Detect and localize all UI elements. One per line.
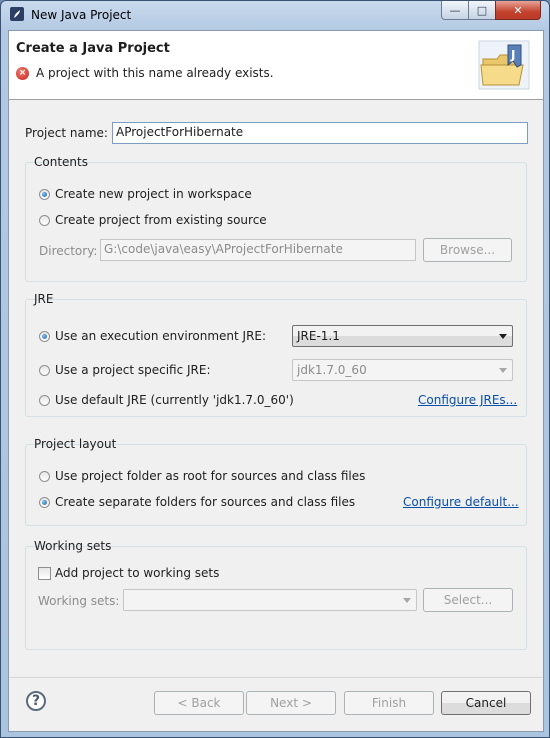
title-bar[interactable]: New Java Project — □ ✕ <box>1 1 549 29</box>
select-working-sets-button[interactable]: Select... <box>423 588 513 612</box>
error-message: A project with this name already exists. <box>36 66 274 80</box>
radio-create-new-project[interactable] <box>39 189 50 200</box>
directory-label: Directory: <box>39 244 98 258</box>
execution-environment-dropdown[interactable]: JRE-1.1 <box>292 325 513 347</box>
eclipse-icon <box>10 7 24 21</box>
directory-input[interactable]: G:\code\java\easy\AProjectForHibernate <box>100 239 416 261</box>
project-specific-jre-label: Use a project specific JRE: <box>55 363 211 377</box>
page-title: Create a Java Project <box>16 41 170 56</box>
project-layout-group-title: Project layout <box>34 437 117 451</box>
window-title: New Java Project <box>31 8 132 22</box>
jre-group-title: JRE <box>34 292 54 306</box>
project-name-input[interactable]: AProjectForHibernate <box>112 122 528 144</box>
chevron-down-icon <box>499 334 507 339</box>
dialog-window: New Java Project — □ ✕ Create a Java Pro… <box>0 0 550 738</box>
radio-project-specific-jre[interactable] <box>39 365 50 376</box>
next-button[interactable]: Next > <box>246 691 336 715</box>
working-sets-group-title: Working sets <box>34 539 112 553</box>
project-name-label: Project name: <box>25 126 108 140</box>
cancel-button[interactable]: Cancel <box>441 691 531 715</box>
footer-separator <box>9 677 543 678</box>
radio-create-from-existing[interactable] <box>39 215 50 226</box>
back-button[interactable]: < Back <box>154 691 244 715</box>
minimize-button[interactable]: — <box>441 1 469 20</box>
finish-button[interactable]: Finish <box>344 691 434 715</box>
error-icon: × <box>16 67 29 80</box>
contents-group-title: Contents <box>34 155 88 169</box>
svg-text:J: J <box>510 48 515 62</box>
project-specific-jre-value: jdk1.7.0_60 <box>297 363 367 377</box>
default-jre-label: Use default JRE (currently 'jdk1.7.0_60'… <box>55 393 294 407</box>
create-from-existing-label: Create project from existing source <box>55 213 267 227</box>
chevron-down-icon <box>499 368 507 373</box>
configure-default-link[interactable]: Configure default... <box>403 495 519 509</box>
configure-jres-link[interactable]: Configure JREs... <box>418 393 517 407</box>
chevron-down-icon <box>403 598 411 603</box>
project-specific-jre-dropdown[interactable]: jdk1.7.0_60 <box>292 359 513 381</box>
radio-default-jre[interactable] <box>39 395 50 406</box>
create-new-project-label: Create new project in workspace <box>55 187 252 201</box>
java-project-folder-icon: J <box>478 40 530 90</box>
separate-folders-label: Create separate folders for sources and … <box>55 495 356 509</box>
browse-button[interactable]: Browse... <box>423 238 512 262</box>
add-to-working-sets-label: Add project to working sets <box>55 566 220 580</box>
execution-environment-label: Use an execution environment JRE: <box>55 329 267 343</box>
wizard-banner: Create a Java Project × A project with t… <box>9 31 543 100</box>
radio-project-folder-root[interactable] <box>39 471 50 482</box>
help-icon[interactable]: ? <box>26 691 46 711</box>
project-folder-root-label: Use project folder as root for sources a… <box>55 469 366 483</box>
maximize-button[interactable]: □ <box>468 1 496 20</box>
dialog-body: Create a Java Project × A project with t… <box>8 30 544 732</box>
add-to-working-sets-checkbox[interactable] <box>38 567 51 580</box>
radio-execution-environment-jre[interactable] <box>39 331 50 342</box>
working-sets-dropdown[interactable] <box>123 589 417 611</box>
working-sets-label: Working sets: <box>38 594 120 608</box>
execution-environment-value: JRE-1.1 <box>297 329 340 343</box>
radio-separate-folders[interactable] <box>39 497 50 508</box>
close-button[interactable]: ✕ <box>495 1 541 20</box>
project-layout-group <box>25 444 527 526</box>
